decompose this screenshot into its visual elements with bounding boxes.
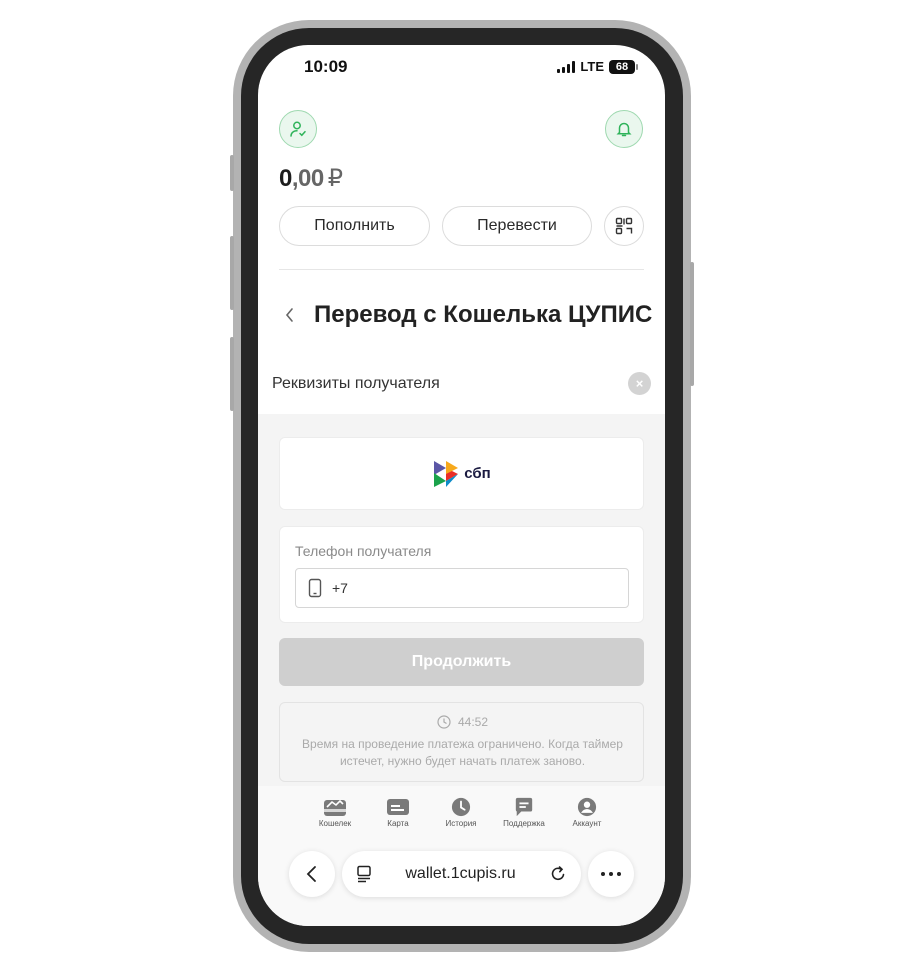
- currency-symbol: ₽: [327, 165, 343, 192]
- close-icon: ×: [635, 376, 644, 391]
- url-text: wallet.1cupis.ru: [405, 865, 516, 882]
- notifications-button[interactable]: [605, 110, 643, 148]
- tab-history[interactable]: История: [430, 797, 492, 828]
- close-button[interactable]: ×: [628, 372, 651, 395]
- qr-scan-icon: [615, 217, 633, 235]
- network-type: LTE: [580, 59, 604, 74]
- chevron-left-icon: [285, 308, 293, 322]
- tab-overview-icon: [357, 865, 371, 883]
- topup-button[interactable]: Пополнить: [279, 206, 430, 246]
- chat-icon: [515, 797, 533, 817]
- continue-button[interactable]: Продолжить: [279, 638, 644, 686]
- wallet-balance: 0,00 ₽: [279, 164, 343, 193]
- chevron-left-icon: [306, 866, 316, 882]
- tab-label: Кошелек: [318, 819, 352, 828]
- balance-integer: 0: [279, 165, 292, 192]
- status-indicators: LTE 68: [557, 59, 638, 74]
- phone-icon: [308, 578, 322, 598]
- bell-icon: [616, 122, 632, 137]
- header-divider: [279, 269, 644, 270]
- reload-icon[interactable]: [549, 865, 567, 883]
- back-button[interactable]: [284, 304, 296, 330]
- browser-back-button[interactable]: [289, 851, 335, 897]
- more-icon: [601, 872, 621, 876]
- profile-button[interactable]: [279, 110, 317, 148]
- recipient-phone-input[interactable]: +7: [295, 568, 629, 608]
- sbp-logo-icon: [434, 460, 459, 487]
- status-time: 10:09: [304, 57, 348, 76]
- sheet-title: Реквизиты получателя: [272, 375, 440, 392]
- card-icon: [387, 799, 409, 815]
- clock-icon: [451, 797, 471, 817]
- browser-more-button[interactable]: [588, 851, 634, 897]
- user-check-icon: [290, 121, 306, 137]
- sbp-logo-card: сбп: [279, 437, 644, 510]
- tab-card[interactable]: Карта: [367, 797, 429, 828]
- tab-support[interactable]: Поддержка: [493, 797, 555, 828]
- balance-fraction: ,00: [291, 165, 324, 192]
- battery-icon: 68: [609, 59, 638, 74]
- page-title: Перевод с Кошелька ЦУПИС: [314, 301, 653, 328]
- tab-label: Поддержка: [503, 819, 545, 828]
- tab-label: Карта: [387, 819, 409, 828]
- account-icon: [577, 797, 597, 817]
- tab-label: Аккаунт: [572, 819, 602, 828]
- timer-note: Время на проведение платежа ограничено. …: [302, 737, 623, 768]
- recipient-phone-card: Телефон получателя +7: [279, 526, 644, 623]
- clock-icon: [437, 715, 451, 729]
- tab-wallet[interactable]: Кошелек: [304, 797, 366, 828]
- timer-value: 44:52: [457, 715, 489, 729]
- phone-screen: 10:09 LTE 68 0,00₽ Пополнить Перевести: [258, 45, 665, 926]
- sbp-logo-text: сбп: [464, 465, 491, 482]
- timer-card: 44:52 Время на проведение платежа ограни…: [279, 702, 644, 782]
- url-bar[interactable]: wallet.1cupis.ru: [342, 851, 581, 897]
- signal-icon: [557, 60, 576, 73]
- timer-row: 44:52: [280, 715, 645, 729]
- wallet-icon: [324, 799, 346, 816]
- tab-label: История: [445, 819, 477, 828]
- recipient-phone-label: Телефон получателя: [295, 543, 432, 559]
- transfer-button[interactable]: Перевести: [442, 206, 592, 246]
- qr-scan-button[interactable]: [604, 206, 644, 246]
- tab-account[interactable]: Аккаунт: [556, 797, 618, 828]
- recipient-phone-value: +7: [332, 580, 348, 596]
